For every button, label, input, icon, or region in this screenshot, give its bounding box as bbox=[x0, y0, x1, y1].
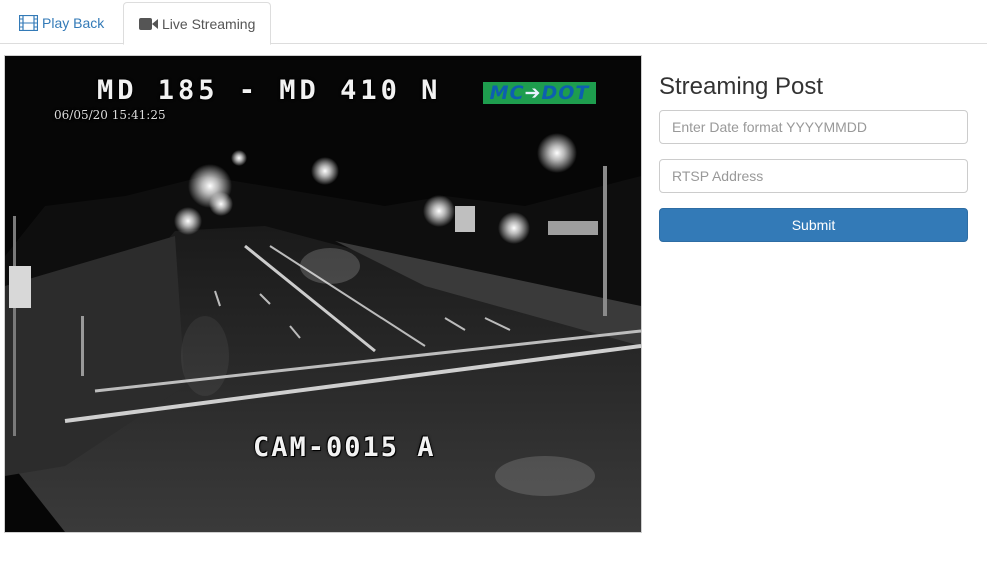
logo-arrow-icon: ➔ bbox=[524, 82, 542, 104]
tab-play-back-label: Play Back bbox=[42, 15, 105, 31]
mcdot-logo: MC ➔ DOT bbox=[483, 82, 596, 104]
tab-play-back[interactable]: Play Back bbox=[8, 2, 118, 44]
logo-text-right: DOT bbox=[541, 82, 590, 104]
rtsp-address-input[interactable] bbox=[659, 159, 968, 193]
tab-live-streaming-label: Live Streaming bbox=[162, 15, 256, 32]
camera-timestamp-overlay: 06/05/20 15:41:25 bbox=[54, 108, 166, 122]
film-icon bbox=[19, 15, 38, 31]
date-input[interactable] bbox=[659, 110, 968, 144]
logo-text-left: MC bbox=[489, 82, 525, 104]
streaming-post-form: Streaming Post Submit bbox=[659, 70, 968, 242]
live-video-stream[interactable]: MD 185 - MD 410 N 06/05/20 15:41:25 CAM-… bbox=[4, 55, 642, 533]
submit-button[interactable]: Submit bbox=[659, 208, 968, 242]
tab-live-streaming[interactable]: Live Streaming bbox=[123, 2, 271, 45]
tab-bar: Play Back Live Streaming bbox=[0, 0, 987, 45]
camera-location-overlay: MD 185 - MD 410 N bbox=[97, 75, 442, 106]
camera-id-overlay: CAM-0015 A bbox=[253, 432, 436, 463]
video-camera-icon bbox=[139, 17, 158, 31]
form-title: Streaming Post bbox=[659, 73, 824, 100]
